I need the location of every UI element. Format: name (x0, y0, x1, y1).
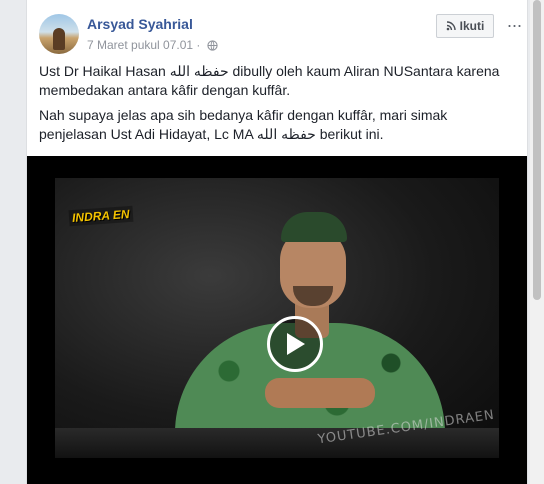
video-logo-overlay: INDRA EN (68, 205, 134, 227)
post-paragraph-1: Ust Dr Haikal Hasan حفظه الله dibully ol… (39, 63, 500, 98)
follow-label: Ikuti (459, 19, 485, 33)
scrollbar-thumb[interactable] (533, 0, 541, 300)
post-paragraph-2: Nah supaya jelas apa sih bedanya kâfir d… (39, 107, 448, 142)
more-options-button[interactable]: ··· (505, 15, 523, 35)
post-card: Arsyad Syahrial 7 Maret pukul 07.01 · Ik… (26, 0, 528, 484)
post-meta: 7 Maret pukul 07.01 · (87, 38, 218, 52)
speaker-cap (281, 212, 347, 242)
globe-icon[interactable] (207, 40, 218, 51)
post-timestamp[interactable]: 7 Maret pukul 07.01 (87, 38, 193, 52)
page-scrollbar[interactable] (530, 0, 544, 484)
play-button[interactable] (267, 316, 323, 372)
video-player[interactable]: INDRA EN YOUTUBE.COM/INDRAEN (27, 156, 527, 484)
rss-icon (446, 21, 456, 31)
speaker-table (55, 428, 499, 458)
play-icon (287, 333, 305, 355)
meta-separator: · (196, 38, 201, 52)
avatar-figure (53, 28, 65, 50)
video-frame: INDRA EN YOUTUBE.COM/INDRAEN (55, 178, 499, 458)
author-name[interactable]: Arsyad Syahrial (87, 16, 193, 32)
author-avatar[interactable] (39, 14, 79, 54)
follow-button[interactable]: Ikuti (436, 14, 494, 38)
post-text: Ust Dr Haikal Hasan حفظه الله dibully ol… (39, 62, 517, 150)
more-icon: ··· (506, 14, 523, 35)
speaker-hands (265, 378, 375, 408)
